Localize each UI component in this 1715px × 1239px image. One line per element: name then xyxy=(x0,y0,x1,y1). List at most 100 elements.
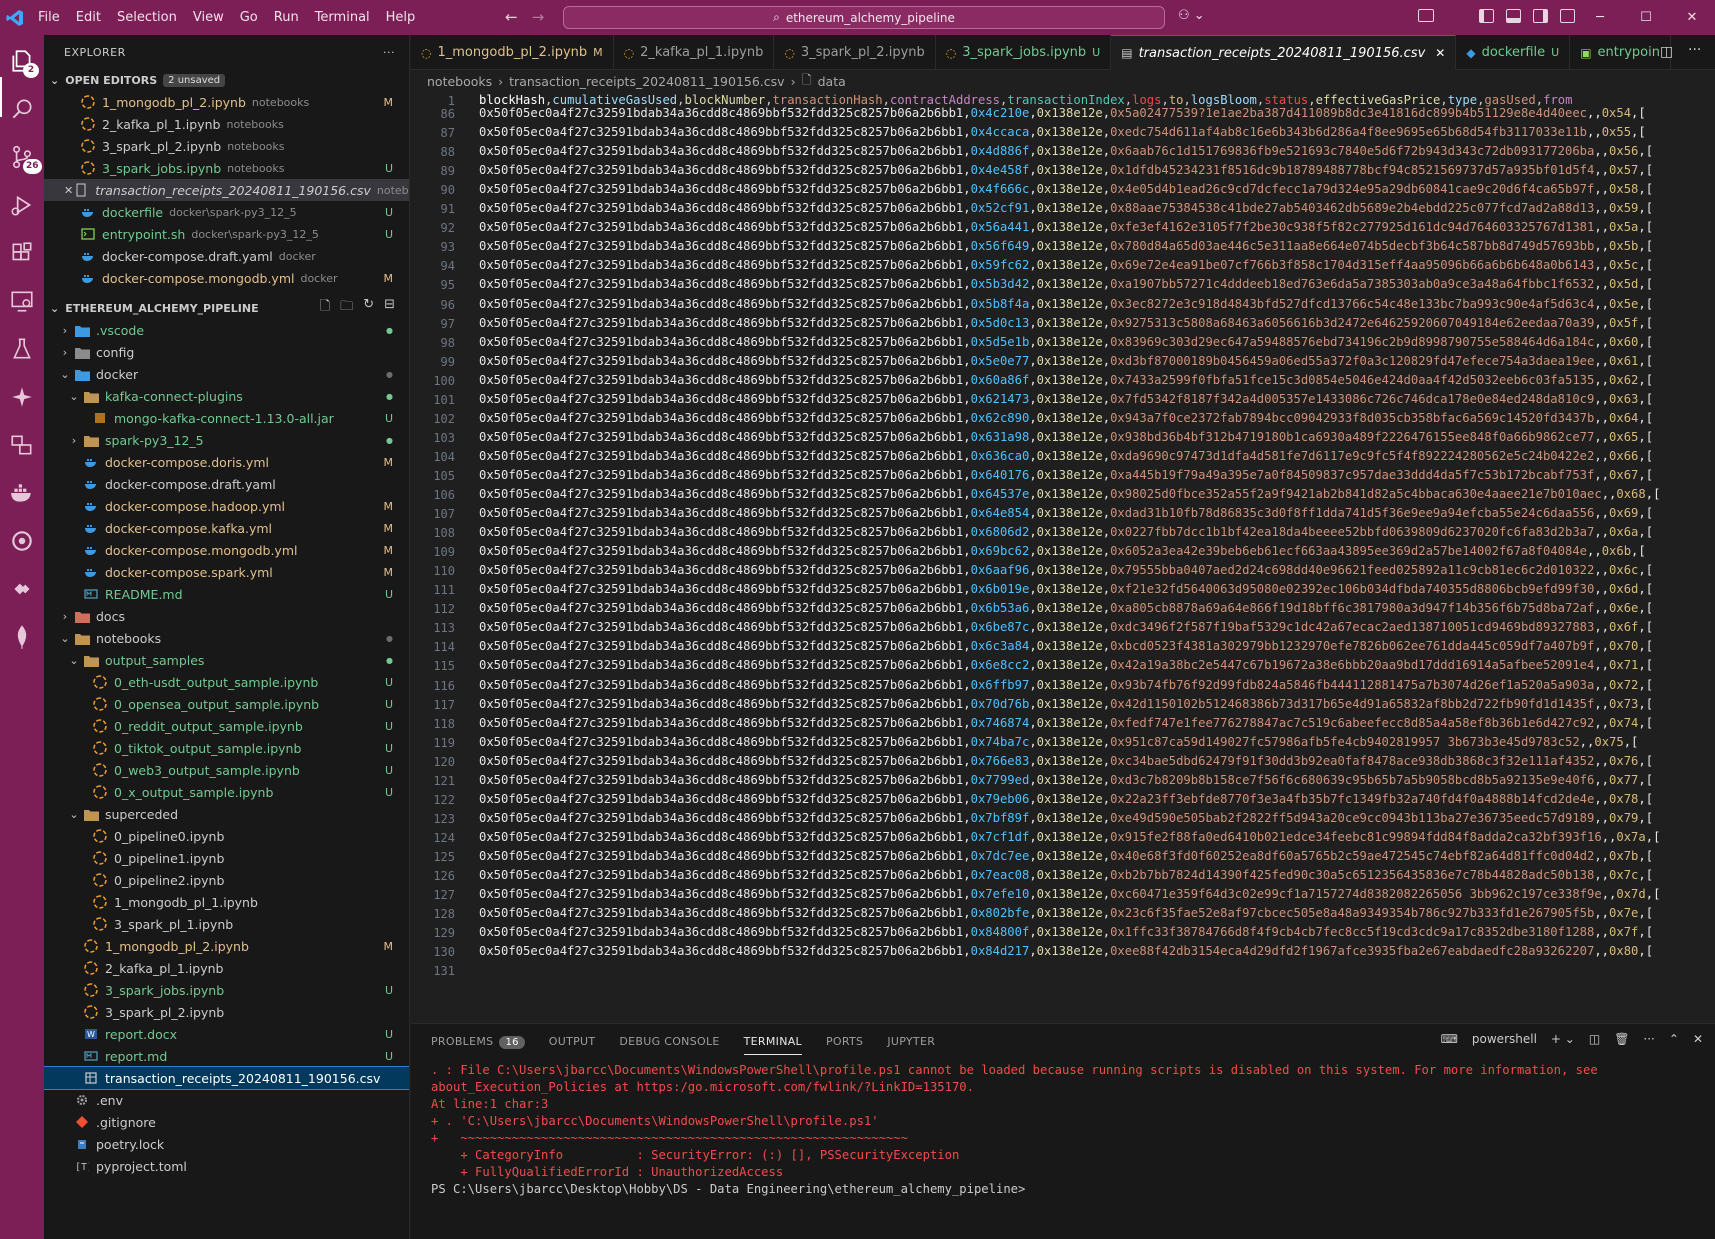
breadcrumb-symbol[interactable]: data xyxy=(818,74,846,89)
panel-more-icon[interactable]: ··· xyxy=(1643,1032,1654,1046)
menu-item-view[interactable]: View xyxy=(185,0,232,35)
file-item[interactable]: 0_eth-usdt_output_sample.ipynb U xyxy=(44,671,409,693)
toggle-primary-sidebar-icon[interactable] xyxy=(1479,9,1494,23)
file-item[interactable]: mongo-kafka-connect-1.13.0-all.jar U xyxy=(44,407,409,429)
close-tab-icon[interactable]: ✕ xyxy=(1435,46,1445,60)
folder-item[interactable]: ⌄ superceded xyxy=(44,803,409,825)
open-editor-item[interactable]: 3_spark_pl_2.ipynb notebooks xyxy=(44,135,409,157)
panel-tab-jupyter[interactable]: JUPYTER xyxy=(887,1035,935,1048)
panel-tab-debug-console[interactable]: DEBUG CONSOLE xyxy=(619,1035,719,1048)
file-item[interactable]: docker-compose.hadoop.yml M xyxy=(44,495,409,517)
open-editor-item[interactable]: dockerfile docker\spark-py3_12_5 U xyxy=(44,201,409,223)
project-folder-header[interactable]: ⌄ ETHEREUM_ALCHEMY_PIPELINE 🗋 🗀 ↻ ⊟ xyxy=(44,297,409,319)
menu-item-terminal[interactable]: Terminal xyxy=(307,0,378,35)
mongodb-leaf-icon[interactable] xyxy=(0,615,44,659)
maximize-panel-icon[interactable]: ⌃ xyxy=(1669,1032,1679,1046)
command-center-search[interactable]: ⌕ ethereum_alchemy_pipeline xyxy=(563,6,1165,29)
editor-tab[interactable]: ◌ 2_kafka_pl_1.ipynb xyxy=(614,35,775,70)
panel-tab-ports[interactable]: PORTS xyxy=(826,1035,863,1048)
copilot-icon[interactable]: ⚇ ⌄ xyxy=(1178,8,1205,23)
folder-item[interactable]: › .vscode ● xyxy=(44,319,409,341)
menu-item-edit[interactable]: Edit xyxy=(68,0,109,35)
new-terminal-icon[interactable]: + ⌄ xyxy=(1551,1032,1575,1046)
folder-item[interactable]: ⌄ output_samples ● xyxy=(44,649,409,671)
terminal-output[interactable]: . : File C:\Users\jbarcc\Documents\Windo… xyxy=(431,1062,1598,1198)
new-file-icon[interactable]: 🗋 xyxy=(320,297,330,319)
open-editor-item[interactable]: docker-compose.draft.yaml docker xyxy=(44,245,409,267)
file-item[interactable]: docker-compose.doris.yml M xyxy=(44,451,409,473)
file-item[interactable]: 0_opensea_output_sample.ipynb U xyxy=(44,693,409,715)
editor-tab[interactable]: ◌ 1_mongodb_pl_2.ipynb M xyxy=(411,35,614,70)
close-window-icon[interactable]: ✕ xyxy=(1669,10,1715,25)
layout-grid-icon[interactable] xyxy=(1560,9,1575,23)
refresh-icon[interactable]: ↻ xyxy=(363,297,374,319)
terminal-prompt[interactable]: PS C:\Users\jbarcc\Desktop\Hobby\DS - Da… xyxy=(431,1181,1598,1198)
azure-icon[interactable] xyxy=(0,567,44,611)
menu-item-go[interactable]: Go xyxy=(232,0,266,35)
file-item[interactable]: 3_spark_pl_1.ipynb xyxy=(44,913,409,935)
open-editors-header[interactable]: ⌄ OPEN EDITORS 2 unsaved xyxy=(44,69,409,91)
file-item[interactable]: 1_mongodb_pl_1.ipynb xyxy=(44,891,409,913)
folder-item[interactable]: ⌄ docker ● xyxy=(44,363,409,385)
run-debug-icon[interactable] xyxy=(0,183,44,227)
source-control-icon[interactable]: 26 xyxy=(0,135,44,179)
folder-item[interactable]: › spark-py3_12_5 ● xyxy=(44,429,409,451)
breadcrumb-file[interactable]: transaction_receipts_20240811_190156.csv xyxy=(509,74,784,89)
open-editor-item[interactable]: 2_kafka_pl_1.ipynb notebooks xyxy=(44,113,409,135)
extensions-icon[interactable] xyxy=(0,231,44,275)
file-item[interactable]: Wreport.docx U xyxy=(44,1023,409,1045)
back-arrow-icon[interactable]: ← xyxy=(505,8,518,26)
containers-icon[interactable] xyxy=(0,423,44,467)
toggle-secondary-sidebar-icon[interactable] xyxy=(1533,9,1548,23)
file-item[interactable]: .gitignore xyxy=(44,1111,409,1133)
menu-item-file[interactable]: File xyxy=(30,0,68,35)
close-panel-icon[interactable]: ✕ xyxy=(1693,1032,1703,1046)
file-item[interactable]: poetry.lock xyxy=(44,1133,409,1155)
customize-layout-icon[interactable] xyxy=(1418,9,1434,22)
editor-tab[interactable]: ▣ entrypoin xyxy=(1570,35,1671,70)
docker-icon[interactable] xyxy=(0,471,44,515)
kill-terminal-icon[interactable]: 🗑 xyxy=(1614,1032,1629,1046)
panel-tab-terminal[interactable]: TERMINAL xyxy=(743,1035,802,1055)
search-icon[interactable] xyxy=(0,87,44,131)
folder-item[interactable]: ⌄ kafka-connect-plugins ● xyxy=(44,385,409,407)
folder-item[interactable]: › docs xyxy=(44,605,409,627)
file-item[interactable]: 0_web3_output_sample.ipynb U xyxy=(44,759,409,781)
open-editor-item[interactable]: docker-compose.mongodb.yml docker M xyxy=(44,267,409,289)
toggle-panel-icon[interactable] xyxy=(1506,9,1521,23)
file-item[interactable]: report.md U xyxy=(44,1045,409,1067)
forward-arrow-icon[interactable]: → xyxy=(532,8,545,26)
file-item[interactable]: 0_tiktok_output_sample.ipynb U xyxy=(44,737,409,759)
panel-tab-output[interactable]: OUTPUT xyxy=(549,1035,596,1048)
editor-tab[interactable]: ◌ 3_spark_pl_2.ipynb xyxy=(774,35,936,70)
folder-item[interactable]: › config xyxy=(44,341,409,363)
open-editor-item[interactable]: entrypoint.sh docker\spark-py3_12_5 U xyxy=(44,223,409,245)
file-item[interactable]: 3_spark_pl_2.ipynb xyxy=(44,1001,409,1023)
minimize-icon[interactable]: ─ xyxy=(1577,10,1623,25)
kubernetes-icon[interactable] xyxy=(0,519,44,563)
breadcrumb-folder[interactable]: notebooks xyxy=(427,74,492,89)
file-item[interactable]: 0_pipeline1.ipynb xyxy=(44,847,409,869)
csv-editor[interactable]: 1 blockHash,cumulativeGasUsed,blockNumber… xyxy=(411,92,1715,1023)
file-item[interactable]: docker-compose.draft.yaml xyxy=(44,473,409,495)
split-terminal-icon[interactable]: ◫ xyxy=(1589,1032,1600,1046)
close-icon[interactable]: ✕ xyxy=(64,184,73,197)
file-item[interactable]: README.md U xyxy=(44,583,409,605)
open-editor-item[interactable]: 3_spark_jobs.ipynb notebooks U xyxy=(44,157,409,179)
maximize-icon[interactable]: ☐ xyxy=(1623,10,1669,25)
split-editor-icon[interactable]: ◫ xyxy=(1660,44,1673,60)
file-item[interactable]: 0_x_output_sample.ipynb U xyxy=(44,781,409,803)
remote-explorer-icon[interactable] xyxy=(0,279,44,323)
menu-item-run[interactable]: Run xyxy=(266,0,307,35)
file-item[interactable]: 3_spark_jobs.ipynb U xyxy=(44,979,409,1001)
menu-item-selection[interactable]: Selection xyxy=(109,0,185,35)
editor-tab[interactable]: ◌ 3_spark_jobs.ipynb U xyxy=(936,35,1112,70)
menu-item-help[interactable]: Help xyxy=(378,0,424,35)
file-item[interactable]: 0_reddit_output_sample.ipynb U xyxy=(44,715,409,737)
editor-tab[interactable]: ◆ dockerfile U xyxy=(1456,35,1571,70)
new-folder-icon[interactable]: 🗀 xyxy=(340,297,353,319)
terminal-shell-name[interactable]: powershell xyxy=(1472,1032,1537,1046)
editor-tab[interactable]: ▤ transaction_receipts_20240811_190156.cs… xyxy=(1111,35,1457,70)
file-item[interactable]: docker-compose.spark.yml M xyxy=(44,561,409,583)
copilot-sparkle-icon[interactable] xyxy=(0,375,44,419)
